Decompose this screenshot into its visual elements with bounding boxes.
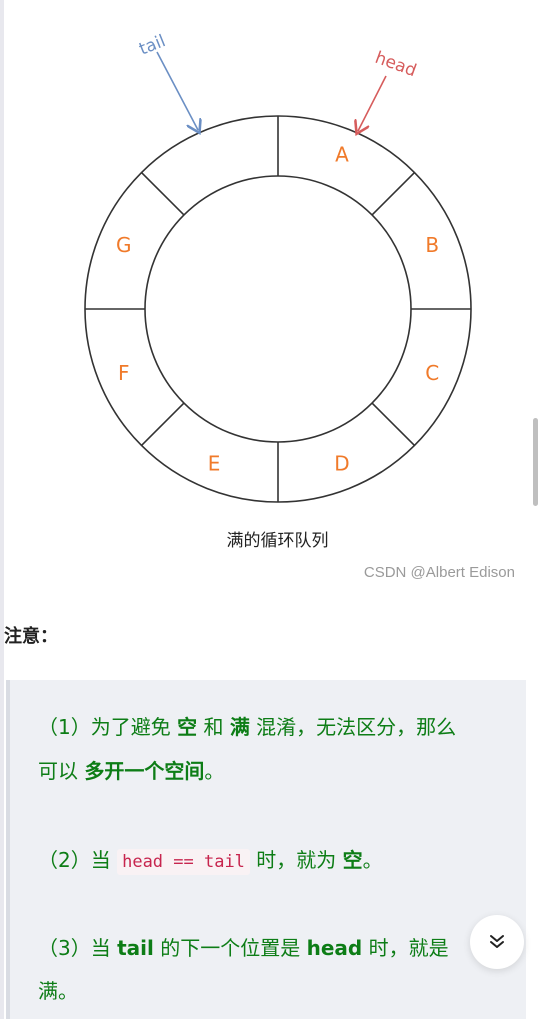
head-pointer-label: head [372,48,419,81]
segment-label: C [425,361,439,385]
tail-arrow [156,51,198,130]
note-line-1: （1）为了避免 空 和 满 混淆，无法区分，那么 [38,715,457,739]
scroll-down-button[interactable] [470,915,524,969]
segment-label: B [425,233,439,257]
note-line-2: 可以 多开一个空间。 [38,759,225,783]
diagram-svg: A B C D E F G tail head [84,31,472,503]
segment-label: D [334,451,349,475]
note-line-3: （2）当 head == tail 时，就为 空。 [38,846,383,876]
segment-divider [140,402,185,447]
segment-label: F [118,361,130,385]
note-title: 注意： [4,626,58,647]
segment-labels: A B C D E F G [116,143,439,476]
diagram-caption: 满的循环队列 [226,531,329,551]
watermark: CSDN @Albert Edison [363,564,515,581]
segment-label: A [335,143,349,167]
note-line-4: （3）当 tail 的下一个位置是 head 时，就是 [38,936,449,960]
segment-divider [371,402,416,447]
note-line-5: 满。 [38,979,78,1003]
inline-code: head == tail [117,849,250,875]
segment-label: E [208,451,221,475]
blockquote-bar [6,680,10,1019]
note-blockquote: （1）为了避免 空 和 满 混淆，无法区分，那么 可以 多开一个空间。 （2）当… [6,680,526,1019]
circular-queue-diagram: A B C D E F G tail head [0,0,555,590]
segment-divider [371,171,416,216]
segment-label: G [116,233,132,257]
double-chevron-down-icon [490,935,504,948]
scrollbar-thumb[interactable] [533,418,538,506]
tail-pointer-label: tail [136,31,168,59]
head-arrow [358,75,387,131]
inner-ring [144,175,412,443]
segment-dividers [85,116,471,502]
segment-divider [140,171,185,216]
